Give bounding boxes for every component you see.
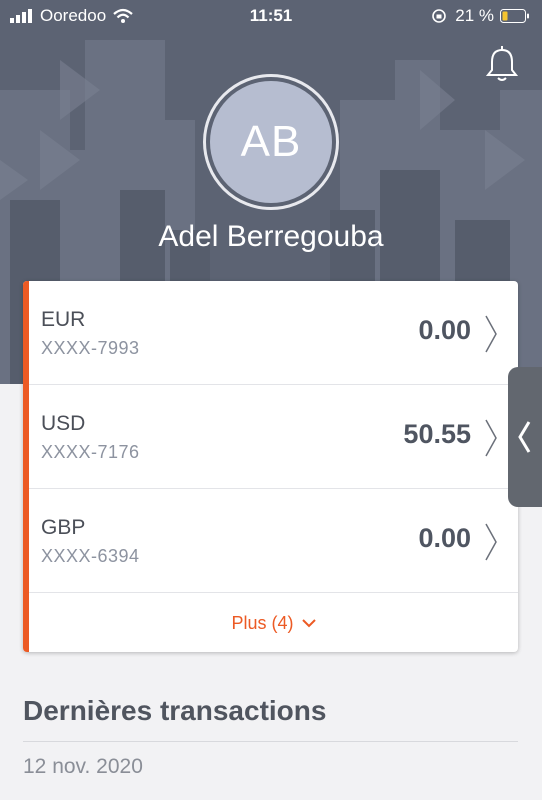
chevron-down-icon (301, 618, 316, 627)
rotation-lock-icon (432, 9, 447, 23)
battery-percent: 21 % (455, 6, 494, 25)
account-row-gbp[interactable]: GBP XXXX-6394 0.00 (29, 489, 518, 593)
status-bar: Ooredoo 11:51 21 % (0, 0, 542, 32)
avatar-initials: AB (210, 81, 332, 203)
account-currency: EUR (41, 308, 86, 331)
transaction-date-header: 12 nov. 2020 (23, 755, 143, 778)
account-balance: 0.00 (418, 523, 471, 553)
chevron-right-icon (485, 315, 497, 353)
accounts-card: EUR XXXX-7993 0.00 USD XXXX-7176 50.55 G… (23, 281, 518, 652)
battery-icon (500, 9, 529, 23)
transactions-section-title: Dernières transactions (23, 695, 327, 726)
account-currency: GBP (41, 516, 86, 539)
bell-icon[interactable] (484, 44, 520, 84)
section-divider (23, 741, 518, 742)
account-currency: USD (41, 412, 86, 435)
show-more-label: Plus (4) (231, 612, 294, 633)
chevron-right-icon (485, 419, 497, 457)
chevron-left-icon (518, 421, 531, 453)
avatar[interactable]: AB (203, 74, 339, 210)
chevron-right-icon (485, 523, 497, 561)
show-more-accounts-button[interactable]: Plus (4) (29, 594, 518, 652)
account-number: XXXX-7993 (41, 338, 140, 358)
side-drawer-handle[interactable] (508, 367, 542, 507)
user-name: Adel Berregouba (158, 220, 384, 253)
account-balance: 0.00 (418, 315, 471, 345)
account-number: XXXX-7176 (41, 442, 140, 462)
account-row-usd[interactable]: USD XXXX-7176 50.55 (29, 385, 518, 489)
account-number: XXXX-6394 (41, 546, 140, 566)
account-balance: 50.55 (403, 419, 471, 449)
account-row-eur[interactable]: EUR XXXX-7993 0.00 (29, 281, 518, 385)
